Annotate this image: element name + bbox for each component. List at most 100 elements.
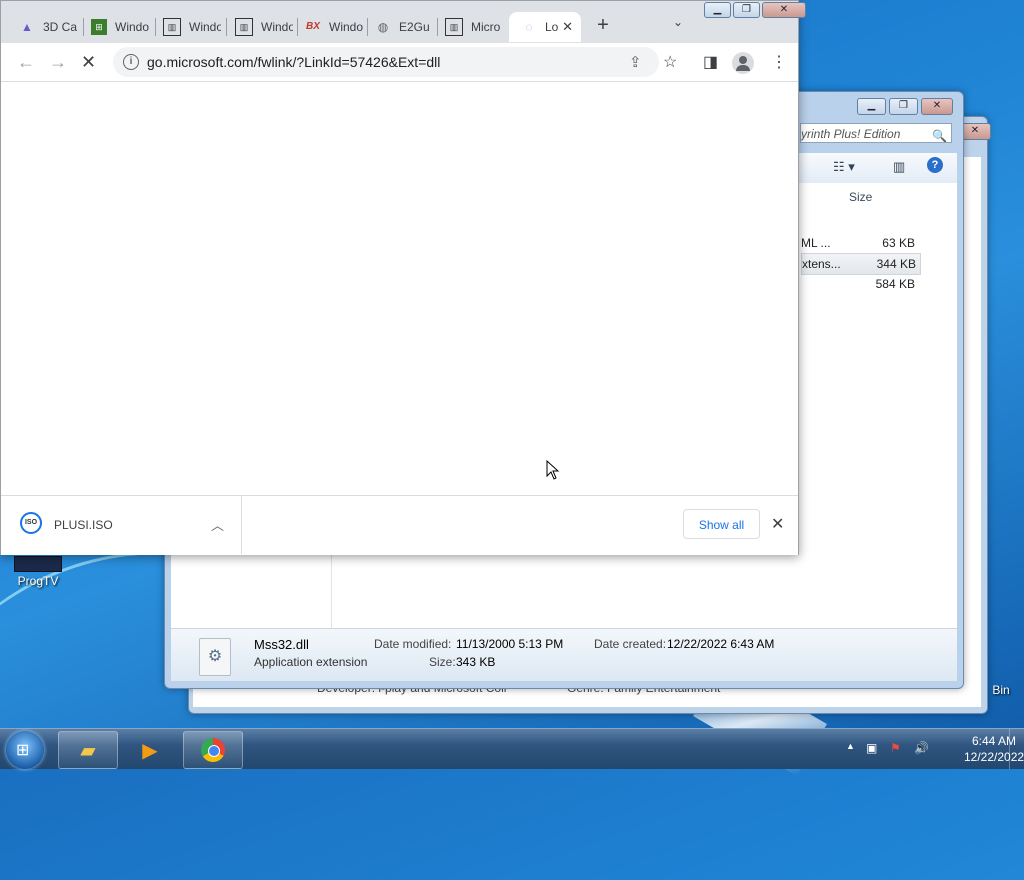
desktop-icon-recycle-bin[interactable]: Bin	[986, 683, 1016, 697]
tab[interactable]: ◍ E2Gu	[363, 12, 433, 42]
download-item[interactable]: ISO PLUSI.ISO ︿	[1, 496, 242, 554]
close-button[interactable]: ✕	[762, 2, 806, 18]
tab-title: E2Gu	[399, 20, 430, 34]
action-center-icon[interactable]: ⚑	[890, 741, 901, 755]
archive-icon: ▥	[163, 18, 181, 36]
tab-search-chevron-icon[interactable]: ⌄	[673, 15, 683, 29]
tab[interactable]: ▲ 3D Ca	[7, 12, 77, 42]
dll-file-icon: ⚙	[199, 638, 231, 676]
tab[interactable]: BX Windo	[293, 12, 363, 42]
size-value: 343 KB	[456, 655, 496, 669]
desktop-icon-label: ProgTV	[17, 574, 59, 588]
search-text: yrinth Plus! Edition	[801, 127, 901, 141]
close-tab-icon[interactable]: ✕	[562, 19, 573, 35]
file-size: 584 KB	[875, 277, 915, 291]
tab-title: Windo	[115, 20, 149, 34]
archive-icon: ▥	[445, 18, 463, 36]
file-type: xtens...	[802, 257, 841, 271]
monitor-icon	[14, 556, 62, 572]
view-options-icon[interactable]: ☷ ▾	[833, 159, 855, 175]
desktop-icon-label: Bin	[992, 683, 1010, 697]
download-filename: PLUSI.ISO	[54, 518, 113, 532]
details-kind: Application extension	[254, 655, 368, 669]
show-hidden-icons-icon[interactable]: ▲	[846, 741, 855, 751]
tab-active[interactable]: ◌ Lo ✕	[509, 12, 581, 42]
modified-label: Date modified:	[374, 637, 452, 651]
browser-toolbar: ← → ✕ i go.microsoft.com/fwlink/?LinkId=…	[1, 43, 798, 82]
address-bar[interactable]: i go.microsoft.com/fwlink/?LinkId=57426&…	[113, 47, 659, 77]
triangle-icon: ▲	[21, 20, 33, 34]
window-controls: ▁ ❐ ✕	[857, 98, 953, 115]
taskbar-explorer[interactable]: ▰	[58, 731, 118, 769]
forward-arrow-icon[interactable]: →	[49, 52, 67, 73]
preview-pane-icon[interactable]: ▥	[893, 159, 905, 175]
tab-title: Micro	[471, 20, 501, 34]
url-text: go.microsoft.com/fwlink/?LinkId=57426&Ex…	[147, 54, 441, 70]
archive-icon: ▥	[235, 18, 253, 36]
details-pane: ⚙ Mss32.dll Application extension Date m…	[171, 628, 957, 681]
windows-logo-icon: ⊞	[16, 742, 30, 759]
show-all-button[interactable]: Show all	[683, 509, 760, 539]
site-info-icon[interactable]: i	[123, 54, 139, 70]
modified-value: 11/13/2000 5:13 PM	[456, 637, 564, 651]
close-button[interactable]: ✕	[921, 98, 953, 115]
minimize-button[interactable]: ▁	[857, 98, 886, 115]
page-content	[1, 82, 798, 495]
profile-avatar-icon[interactable]	[732, 52, 754, 74]
iso-file-icon: ISO	[20, 512, 42, 534]
file-row[interactable]: 584 KB	[801, 274, 921, 294]
close-icon[interactable]: ✕	[771, 514, 784, 534]
column-header-size[interactable]: Size	[849, 183, 872, 211]
start-button[interactable]: ⊞	[6, 731, 44, 769]
help-icon[interactable]: ?	[927, 157, 943, 173]
chevron-up-icon[interactable]: ︿	[211, 515, 224, 534]
taskbar-chrome[interactable]	[183, 731, 243, 769]
tab-strip: ▲ 3D Ca ⊞ Windo ▥ Windo ▥ Windo BX Windo…	[1, 1, 806, 43]
created-label: Date created:	[594, 637, 667, 651]
tab[interactable]: ▥ Windo	[151, 12, 221, 42]
explorer-folder-icon: ▰	[80, 739, 96, 762]
network-icon[interactable]: ▣	[866, 741, 877, 755]
download-bar: ISO PLUSI.ISO ︿ Show all ✕	[1, 495, 798, 555]
tab-title: 3D Ca	[43, 20, 77, 34]
bx-icon: BX	[306, 21, 320, 32]
stop-loading-icon[interactable]: ✕	[81, 52, 96, 73]
tab[interactable]: ⊞ Windo	[79, 12, 149, 42]
back-arrow-icon[interactable]: ←	[17, 52, 35, 73]
system-tray: ▲ ▣ ⚑ 🔊 6:44 AM 12/22/2022	[834, 729, 1024, 769]
taskbar: ⊞ ▰ ▶ ▲ ▣ ⚑ 🔊 6:44 AM 12/22/2022	[0, 728, 1024, 769]
side-panel-icon[interactable]: ◨	[703, 52, 718, 72]
desktop-icon-progtv[interactable]: ProgTV	[12, 556, 64, 588]
chrome-window[interactable]: ▲ 3D Ca ⊞ Windo ▥ Windo ▥ Windo BX Windo…	[0, 0, 806, 555]
volume-icon[interactable]: 🔊	[914, 741, 929, 755]
windows-flag-icon: ⊞	[91, 19, 107, 35]
window-controls: ▁ ❐ ✕	[704, 2, 806, 18]
loading-spinner-icon: ◌	[525, 20, 533, 34]
tab[interactable]: ▥ Windo	[223, 12, 293, 42]
created-value: 12/22/2022 6:43 AM	[667, 637, 775, 651]
maximize-button[interactable]: ❐	[889, 98, 918, 115]
tab-title: Lo	[545, 20, 559, 34]
file-type: ML ...	[801, 236, 831, 250]
taskbar-media-player[interactable]: ▶	[120, 731, 180, 769]
maximize-button[interactable]: ❐	[733, 2, 760, 18]
file-row[interactable]: ML ... 63 KB	[801, 233, 921, 253]
globe-icon: ◍	[377, 20, 389, 34]
tab-title: Windo	[189, 20, 221, 34]
new-tab-button[interactable]: +	[591, 14, 615, 37]
file-size: 63 KB	[882, 236, 915, 250]
tab-title: Windo	[329, 20, 363, 34]
search-input[interactable]: yrinth Plus! Edition 🔍	[800, 123, 952, 143]
tab-title: Windo	[261, 20, 293, 34]
search-icon: 🔍	[932, 129, 947, 143]
more-menu-icon[interactable]: ⋮	[771, 52, 787, 72]
bookmark-star-icon[interactable]: ☆	[663, 52, 677, 72]
media-player-icon: ▶	[142, 739, 158, 762]
minimize-button[interactable]: ▁	[704, 2, 731, 18]
file-row-selected[interactable]: xtens... 344 KB	[801, 253, 921, 275]
chrome-icon	[201, 738, 225, 762]
details-filename: Mss32.dll	[254, 637, 309, 652]
show-desktop-button[interactable]	[1009, 729, 1024, 769]
share-icon[interactable]: ⇪	[629, 53, 642, 71]
tab[interactable]: ▥ Micro	[433, 12, 503, 42]
